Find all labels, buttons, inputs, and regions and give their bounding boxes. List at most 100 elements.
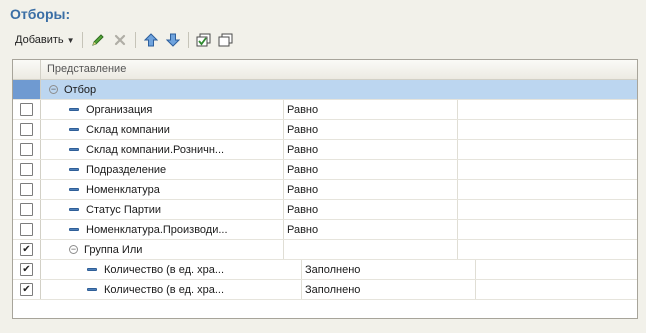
value-cell[interactable] bbox=[476, 280, 637, 299]
field-name-cell[interactable]: − Группа Или bbox=[41, 240, 284, 259]
collapse-toggle-icon[interactable]: − bbox=[69, 245, 78, 254]
field-name-cell[interactable]: Номенклатура.Производи... bbox=[41, 220, 284, 239]
field-name: Организация bbox=[86, 103, 153, 116]
field-name-cell[interactable]: Количество (в ед. хра... bbox=[41, 260, 302, 279]
move-down-icon bbox=[165, 33, 180, 47]
use-checkbox[interactable] bbox=[20, 203, 33, 216]
comparison-cell[interactable]: Равно bbox=[284, 200, 458, 219]
filter-item-icon bbox=[69, 148, 79, 151]
comparison-cell[interactable]: Равно bbox=[284, 140, 458, 159]
field-name-cell[interactable]: Количество (в ед. хра... bbox=[41, 280, 302, 299]
edit-button[interactable] bbox=[87, 30, 109, 50]
comparison-cell[interactable]: Равно bbox=[284, 160, 458, 179]
use-checkbox[interactable]: ✔ bbox=[20, 263, 33, 276]
use-checkbox-cell bbox=[13, 100, 41, 119]
filters-grid[interactable]: Представление − Отбор Организация Равно Скла… bbox=[12, 59, 638, 319]
comparison-cell[interactable]: Равно bbox=[284, 120, 458, 139]
comparison-type: Равно bbox=[287, 223, 319, 236]
filter-row[interactable]: Номенклатура Равно bbox=[13, 180, 637, 200]
comparison-type: Заполнено bbox=[305, 263, 361, 276]
comparison-type: Равно bbox=[287, 103, 319, 116]
use-checkbox-cell bbox=[13, 180, 41, 199]
use-checkbox[interactable] bbox=[20, 123, 33, 136]
field-name-cell[interactable]: Склад компании.Розничн... bbox=[41, 140, 284, 159]
value-cell[interactable] bbox=[458, 160, 637, 179]
edit-icon bbox=[91, 34, 104, 46]
use-checkbox[interactable] bbox=[20, 143, 33, 156]
chevron-down-icon: ▼ bbox=[66, 35, 75, 45]
toolbar-separator bbox=[187, 32, 189, 48]
use-checkbox[interactable]: ✔ bbox=[20, 243, 33, 256]
check-all-button[interactable] bbox=[193, 30, 215, 50]
delete-button[interactable] bbox=[109, 30, 131, 50]
value-cell[interactable] bbox=[458, 240, 637, 259]
filter-item-icon bbox=[87, 288, 97, 291]
field-name-cell[interactable]: − Отбор bbox=[41, 80, 263, 99]
comparison-type: Равно bbox=[287, 163, 319, 176]
filter-row[interactable]: Номенклатура.Производи... Равно bbox=[13, 220, 637, 240]
comparison-cell[interactable]: Заполнено bbox=[302, 260, 476, 279]
group-row[interactable]: − Отбор bbox=[13, 80, 637, 100]
field-name-cell[interactable]: Подразделение bbox=[41, 160, 284, 179]
comparison-cell[interactable]: Равно bbox=[284, 100, 458, 119]
comparison-cell[interactable]: Заполнено bbox=[302, 280, 476, 299]
filter-row[interactable]: ✔ Количество (в ед. хра... Заполнено bbox=[13, 260, 637, 280]
filter-item-icon bbox=[69, 168, 79, 171]
group-row[interactable]: ✔ − Группа Или bbox=[13, 240, 637, 260]
value-cell[interactable] bbox=[476, 260, 637, 279]
filter-row[interactable]: ✔ Количество (в ед. хра... Заполнено bbox=[13, 280, 637, 300]
filter-item-icon bbox=[69, 208, 79, 211]
collapse-toggle-icon[interactable]: − bbox=[49, 85, 58, 94]
filter-item-icon bbox=[69, 108, 79, 111]
use-checkbox-cell bbox=[13, 120, 41, 139]
comparison-type: Равно bbox=[287, 143, 319, 156]
use-checkbox-cell: ✔ bbox=[13, 260, 41, 279]
field-name: Статус Партии bbox=[86, 203, 162, 216]
field-name-cell[interactable]: Статус Партии bbox=[41, 200, 284, 219]
header-check-column bbox=[13, 60, 41, 79]
uncheck-all-button[interactable] bbox=[215, 30, 237, 50]
use-checkbox[interactable] bbox=[20, 163, 33, 176]
move-down-button[interactable] bbox=[162, 30, 184, 50]
value-cell[interactable] bbox=[458, 120, 637, 139]
field-name-cell[interactable]: Склад компании bbox=[41, 120, 284, 139]
filter-row[interactable]: Подразделение Равно bbox=[13, 160, 637, 180]
field-name: Отбор bbox=[64, 83, 97, 96]
use-checkbox[interactable] bbox=[20, 183, 33, 196]
value-cell[interactable] bbox=[458, 220, 637, 239]
field-name: Группа Или bbox=[84, 243, 143, 256]
header-presentation[interactable]: Представление bbox=[41, 60, 126, 79]
value-cell[interactable] bbox=[458, 100, 637, 119]
value-cell[interactable] bbox=[458, 180, 637, 199]
field-name: Номенклатура bbox=[86, 183, 160, 196]
filter-row[interactable]: Склад компании.Розничн... Равно bbox=[13, 140, 637, 160]
filter-row[interactable]: Склад компании Равно bbox=[13, 120, 637, 140]
use-checkbox[interactable]: ✔ bbox=[20, 283, 33, 296]
field-name-cell[interactable]: Организация bbox=[41, 100, 284, 119]
filter-row[interactable]: Организация Равно bbox=[13, 100, 637, 120]
uncheck-all-icon bbox=[218, 33, 233, 47]
field-name: Номенклатура.Производи... bbox=[86, 223, 228, 236]
comparison-cell[interactable]: Равно bbox=[284, 180, 458, 199]
value-cell[interactable] bbox=[458, 140, 637, 159]
filter-item-icon bbox=[69, 128, 79, 131]
check-all-icon bbox=[196, 33, 211, 47]
filter-item-icon bbox=[87, 268, 97, 271]
use-checkbox[interactable] bbox=[20, 223, 33, 236]
comparison-type: Равно bbox=[287, 183, 319, 196]
comparison-cell[interactable]: Равно bbox=[284, 220, 458, 239]
filter-row[interactable]: Статус Партии Равно bbox=[13, 200, 637, 220]
toolbar-separator bbox=[81, 32, 83, 48]
use-checkbox[interactable] bbox=[20, 103, 33, 116]
add-button[interactable]: Добавить ▼ bbox=[12, 31, 78, 49]
value-cell[interactable] bbox=[458, 200, 637, 219]
toolbar-separator bbox=[134, 32, 136, 48]
move-up-button[interactable] bbox=[140, 30, 162, 50]
toolbar: Добавить ▼ bbox=[12, 30, 237, 50]
use-checkbox-cell bbox=[13, 220, 41, 239]
field-name: Количество (в ед. хра... bbox=[104, 263, 225, 276]
comparison-type: Равно bbox=[287, 203, 319, 216]
field-name-cell[interactable]: Номенклатура bbox=[41, 180, 284, 199]
comparison-cell[interactable] bbox=[284, 240, 458, 259]
delete-icon bbox=[114, 34, 125, 46]
